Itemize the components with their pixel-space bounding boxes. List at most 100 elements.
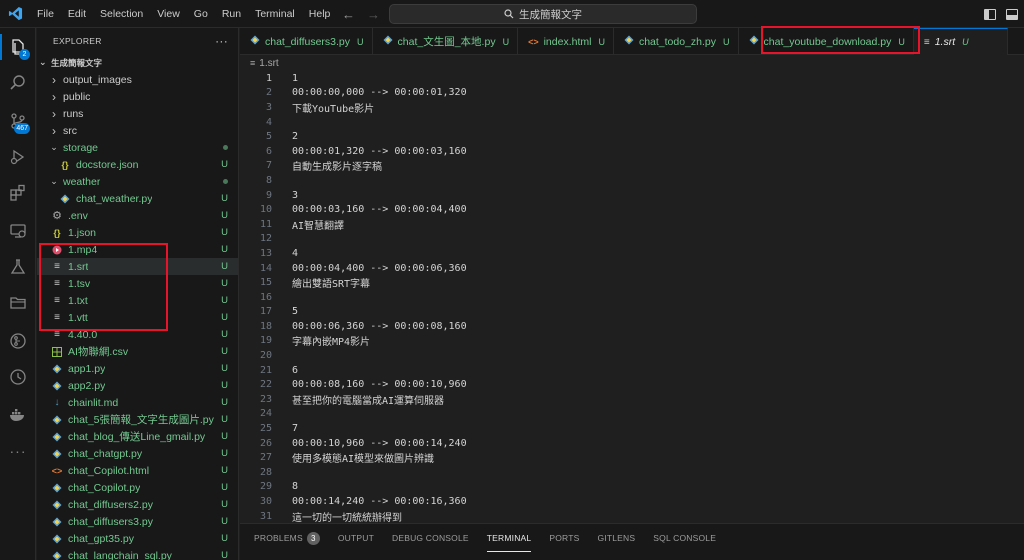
file-item[interactable]: chat_langchain_sql.py U [37, 547, 238, 560]
file-item[interactable]: chat_chatgpt.py U [37, 445, 238, 462]
code-line[interactable]: 93 [240, 188, 1024, 203]
explorer-activity-icon[interactable]: 2 [0, 30, 36, 64]
source-control-activity-icon[interactable]: 467 [0, 104, 36, 138]
file-item[interactable]: app1.py U [37, 360, 238, 377]
menu-edit[interactable]: Edit [61, 0, 93, 28]
file-item[interactable]: ≡ 1.vtt U [37, 309, 238, 326]
file-item[interactable]: chat_diffusers3.py U [37, 513, 238, 530]
code-line[interactable]: 4 [240, 115, 1024, 130]
code-line[interactable]: 21 6 [240, 363, 1024, 378]
code-editor[interactable]: 1 1 2 00:00:00,000 --> 00:00:01,320 3 下載YouTu… [240, 71, 1024, 523]
panel-tab-debug-console[interactable]: DEBUG CONSOLE [392, 524, 469, 552]
tab-chat-py[interactable]: chat_文生圖_本地.py U [373, 28, 519, 55]
tab-1-srt[interactable]: ≡ 1.srt U [913, 28, 1008, 55]
remote-explorer-activity-icon[interactable] [0, 214, 36, 248]
menu-run[interactable]: Run [215, 0, 248, 28]
search-activity-icon[interactable] [0, 66, 36, 100]
code-line[interactable]: 27 使用多模態AI模型來做圖片辨識 [240, 450, 1024, 465]
file-item[interactable]: ≡ 4.40.0 U [37, 326, 238, 343]
code-line[interactable]: 31 這一切的一切統統辦得到 [240, 509, 1024, 523]
code-line[interactable]: 8 [240, 173, 1024, 188]
tab-chat-youtube-download-py[interactable]: chat_youtube_download.py U [739, 28, 914, 55]
file-item[interactable]: ≡ 1.txt U [37, 292, 238, 309]
menu-go[interactable]: Go [187, 0, 215, 28]
code-line[interactable]: 11 [240, 71, 1024, 86]
file-item[interactable]: ↓ chainlit.md U [37, 394, 238, 411]
code-line[interactable]: 52 [240, 129, 1024, 144]
file-item[interactable]: chat_5張簡報_文字生成圖片.py U [37, 411, 238, 428]
tab-index-html[interactable]: <> index.html U [518, 28, 614, 55]
code-line[interactable]: 24 [240, 407, 1024, 422]
tab-chat-diffusers3-py[interactable]: chat_diffusers3.py U [240, 28, 373, 55]
code-line[interactable]: 6 00:00:01,320 --> 00:00:03,160 [240, 144, 1024, 159]
timeline-activity-icon[interactable] [0, 360, 36, 394]
code-line[interactable]: 7 自動生成影片逐字稿 [240, 159, 1024, 173]
code-line[interactable]: 13 4 [240, 246, 1024, 261]
panel-tab-gitlens[interactable]: GITLENS [597, 524, 635, 552]
file-item[interactable]: chat_Copilot.py U [37, 479, 238, 496]
file-item[interactable]: <> chat_Copilot.html U [37, 462, 238, 479]
file-item[interactable]: chat_blog_傳送Line_gmail.py U [37, 428, 238, 445]
file-item[interactable]: chat_gpt35.py U [37, 530, 238, 547]
folder-item[interactable]: ⌄ storage [37, 139, 238, 156]
code-line[interactable]: 29 8 [240, 480, 1024, 495]
explorer-more-button[interactable]: ··· [215, 34, 228, 48]
run-debug-activity-icon[interactable] [0, 140, 36, 174]
menu-help[interactable]: Help [302, 0, 338, 28]
file-item[interactable]: ≡ 1.srt U [37, 258, 238, 275]
file-item[interactable]: app2.py U [37, 377, 238, 394]
forward-arrow-icon[interactable]: → [367, 7, 380, 22]
panel-tab-output[interactable]: OUTPUT [338, 524, 374, 552]
gitlens-activity-icon[interactable] [0, 324, 36, 358]
code-line[interactable]: 15 繪出雙語SRT字幕 [240, 275, 1024, 290]
folder-item[interactable]: › public [37, 88, 238, 105]
toggle-panel-icon[interactable] [1006, 8, 1018, 20]
code-line[interactable]: 11 AI智慧翻譯 [240, 217, 1024, 232]
code-line[interactable]: 14 00:00:04,400 --> 00:00:06,360 [240, 261, 1024, 276]
file-item[interactable]: {} 1.json U [37, 224, 238, 241]
code-line[interactable]: 12 [240, 232, 1024, 247]
file-item[interactable]: {} docstore.json U [37, 156, 238, 173]
command-center-search[interactable]: 生成簡報文字 [389, 4, 697, 24]
file-item[interactable]: AI物聯網.csv U [37, 343, 238, 360]
extensions-activity-icon[interactable] [0, 176, 36, 210]
code-line[interactable]: 25 7 [240, 421, 1024, 436]
file-item[interactable]: 1.mp4 U [37, 241, 238, 258]
code-line[interactable]: 2 00:00:00,000 --> 00:00:01,320 [240, 86, 1024, 101]
menu-view[interactable]: View [150, 0, 187, 28]
file-item[interactable]: ≡ 1.tsv U [37, 275, 238, 292]
code-line[interactable]: 16 [240, 290, 1024, 305]
code-line[interactable]: 17 5 [240, 305, 1024, 320]
menu-selection[interactable]: Selection [93, 0, 150, 28]
file-item[interactable]: chat_diffusers2.py U [37, 496, 238, 513]
tab-chat-todo-zh-py[interactable]: chat_todo_zh.py U [614, 28, 739, 55]
folder-item[interactable]: ⌄ weather [37, 173, 238, 190]
code-line[interactable]: 18 00:00:06,360 --> 00:00:08,160 [240, 319, 1024, 334]
code-line[interactable]: 23 甚至把你的電腦當成AI運算伺服器 [240, 392, 1024, 407]
code-line[interactable]: 30 00:00:14,240 --> 00:00:16,360 [240, 494, 1024, 509]
folder-item[interactable]: › src [37, 122, 238, 139]
menu-terminal[interactable]: Terminal [248, 0, 302, 28]
code-line[interactable]: 19 字幕內嵌MP4影片 [240, 334, 1024, 348]
toggle-sidebar-icon[interactable] [984, 8, 996, 20]
file-item[interactable]: ⚙ .env U [37, 207, 238, 224]
back-arrow-icon[interactable]: ← [342, 7, 355, 22]
code-line[interactable]: 22 00:00:08,160 --> 00:00:10,960 [240, 377, 1024, 392]
more-activity-icon[interactable]: ··· [0, 434, 36, 468]
folder-item[interactable]: › output_images [37, 71, 238, 88]
code-line[interactable]: 10 00:00:03,160 --> 00:00:04,400 [240, 202, 1024, 217]
panel-tab-terminal[interactable]: TERMINAL [486, 524, 532, 552]
breadcrumb-file[interactable]: 1.srt [259, 58, 278, 69]
folder-activity-icon[interactable] [0, 286, 36, 320]
docker-activity-icon[interactable] [0, 398, 36, 432]
code-line[interactable]: 28 [240, 465, 1024, 480]
testing-activity-icon[interactable] [0, 250, 36, 284]
file-item[interactable]: chat_weather.py U [37, 190, 238, 207]
root-folder-header[interactable]: ⌄ 生成簡報文字 [37, 54, 238, 71]
folder-item[interactable]: › runs [37, 105, 238, 122]
code-line[interactable]: 3 下載YouTube影片 [240, 100, 1024, 115]
menu-file[interactable]: File [30, 0, 61, 28]
panel-tab-sql-console[interactable]: SQL CONSOLE [653, 524, 716, 552]
panel-tab-ports[interactable]: PORTS [549, 524, 579, 552]
code-line[interactable]: 26 00:00:10,960 --> 00:00:14,240 [240, 436, 1024, 451]
